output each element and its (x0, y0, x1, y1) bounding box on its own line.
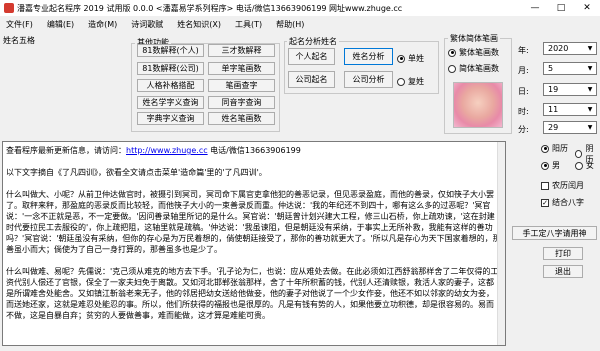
single-surname-radio[interactable]: 单姓 (397, 53, 424, 64)
chevron-down-icon: ▼ (584, 104, 596, 115)
name-strokes-button[interactable]: 姓名笔画数 (208, 112, 275, 125)
traditional-strokes-radio[interactable]: 繁体笔画数 (448, 47, 499, 58)
male-label: 男 (552, 161, 560, 170)
menu-file[interactable]: 文件(F) (6, 19, 33, 30)
day-select[interactable]: 19 ▼ (543, 83, 597, 96)
simplified-strokes-label: 简体笔画数 (459, 64, 499, 73)
chevron-down-icon: ▼ (584, 63, 596, 74)
numerology-81-company-button[interactable]: 81数解释(公司) (137, 62, 204, 75)
dictionary-lookup-button[interactable]: 字典字义查询 (137, 112, 204, 125)
contact-text: 电话/微信13663906199 (207, 146, 301, 155)
bazi-label: 结合八字 (552, 198, 584, 207)
hour-label: 时: (518, 107, 529, 116)
radio-dot (575, 161, 583, 170)
minimize-button[interactable]: — (522, 0, 548, 16)
chevron-down-icon: ▼ (584, 122, 596, 133)
name-meaning-lookup-button[interactable]: 姓名学字义查询 (137, 96, 204, 109)
lunar-leap-label: 农历闰月 (552, 181, 584, 190)
vertical-scrollbar[interactable] (497, 142, 505, 345)
hour-select[interactable]: 11 ▼ (543, 103, 597, 116)
menu-poetry[interactable]: 诗词歌赋 (131, 19, 163, 30)
chevron-down-icon: ▼ (584, 43, 596, 54)
exit-button[interactable]: 退出 (543, 265, 583, 278)
update-info-line: 查看程序最新更新信息，请访问：http://www.zhuge.cc 电话/微信… (6, 145, 501, 156)
homophone-lookup-button[interactable]: 同音字查询 (208, 96, 275, 109)
minute-value: 29 (548, 123, 559, 132)
day-label: 日: (518, 87, 529, 96)
stroke-lookup-button[interactable]: 笔画查字 (208, 79, 275, 92)
female-label: 女 (586, 161, 594, 170)
year-select[interactable]: 2020 ▼ (543, 42, 597, 55)
hour-value: 11 (548, 105, 559, 114)
minute-select[interactable]: 29 ▼ (543, 121, 597, 134)
numerology-81-personal-button[interactable]: 81数解释(个人) (137, 44, 204, 57)
month-value: 5 (548, 64, 554, 73)
traditional-strokes-label: 繁体笔画数 (459, 48, 499, 57)
strokes-label: 繁体简体笔画 (448, 33, 500, 44)
baby-photo (453, 82, 503, 128)
radio-dot (541, 161, 549, 170)
maximize-button[interactable]: □ (548, 0, 574, 16)
website-link[interactable]: http://www.zhuge.cc (126, 146, 208, 155)
radio-dot (397, 77, 405, 86)
year-label: 年: (518, 46, 529, 55)
radio-dot (541, 144, 549, 153)
double-surname-label: 复姓 (408, 77, 424, 86)
bazi-checkbox[interactable]: ✓ 结合八字 (541, 197, 584, 208)
radio-dot (575, 150, 583, 158)
three-talents-button[interactable]: 三才数解释 (208, 44, 275, 57)
menu-fate[interactable]: 造命(M) (88, 19, 117, 30)
company-analysis-button[interactable]: 公司分析 (344, 71, 393, 88)
app-icon (4, 3, 14, 13)
close-button[interactable]: ✕ (574, 0, 600, 16)
chevron-down-icon: ▼ (584, 84, 596, 95)
paragraph-2: 什么叫做难、易呢？先儒说：'克己须从难克的地方去下手。'孔子论为仁，也说：应从难… (6, 267, 499, 320)
double-surname-radio[interactable]: 复姓 (397, 76, 424, 87)
month-select[interactable]: 5 ▼ (543, 62, 597, 75)
menu-tools[interactable]: 工具(T) (235, 19, 262, 30)
radio-dot (448, 64, 456, 73)
personal-name-button[interactable]: 个人起名 (288, 48, 335, 65)
male-radio[interactable]: 男 (541, 160, 560, 171)
title-bar: 潘嘉专业起名程序 2019 试用版 0.0.0 <潘嘉易学系列程序> 电话/微信… (0, 0, 600, 16)
minute-label: 分: (518, 125, 529, 134)
intro-text: 以下文字摘自《了凡四训》，欲看全文请点击菜单'造命篇'里的'了凡四训'。 (6, 168, 267, 177)
name-analysis-label: 起名分析姓名 (287, 36, 339, 47)
name-analysis-button[interactable]: 姓名分析 (344, 48, 393, 65)
content-textarea[interactable]: 查看程序最新更新信息，请访问：http://www.zhuge.cc 电话/微信… (2, 141, 506, 346)
radio-dot (448, 48, 456, 57)
personality-pairing-button[interactable]: 人格补格搭配 (137, 79, 204, 92)
company-name-button[interactable]: 公司起名 (288, 71, 335, 88)
single-surname-label: 单姓 (408, 54, 424, 63)
window-controls: — □ ✕ (522, 0, 600, 16)
print-button[interactable]: 打印 (543, 247, 583, 260)
solar-label: 阳历 (552, 144, 568, 153)
menu-bar: 文件(F) 编辑(E) 造命(M) 诗词歌赋 姓名知识(X) 工具(T) 帮助(… (0, 16, 600, 32)
menu-edit[interactable]: 编辑(E) (47, 19, 74, 30)
manual-bazi-button[interactable]: 手工定八字请用神 (512, 226, 597, 240)
solar-calendar-radio[interactable]: 阳历 (541, 143, 568, 154)
menu-name-knowledge[interactable]: 姓名知识(X) (177, 19, 221, 30)
lunar-leap-checkbox[interactable]: 农历闰月 (541, 180, 584, 191)
paragraph-1: 什么叫做大、小呢？从前卫仲达做官时，被摄引到冥司，冥司命下属官吏拿他犯的善恶记录… (6, 190, 501, 254)
checkbox-box (541, 181, 549, 190)
menu-help[interactable]: 帮助(H) (276, 19, 304, 30)
month-label: 月: (518, 66, 529, 75)
update-info-text: 查看程序最新更新信息，请访问： (6, 146, 126, 155)
year-value: 2020 (548, 44, 569, 53)
check-icon: ✓ (541, 198, 549, 207)
radio-dot (397, 54, 405, 63)
day-value: 19 (548, 85, 559, 94)
simplified-strokes-radio[interactable]: 简体笔画数 (448, 63, 499, 74)
female-radio[interactable]: 女 (575, 160, 594, 171)
window-title: 潘嘉专业起名程序 2019 试用版 0.0.0 <潘嘉易学系列程序> 电话/微信… (17, 3, 403, 13)
five-grid-label: 姓名五格 (3, 36, 35, 45)
single-char-strokes-button[interactable]: 单字笔画数 (208, 62, 275, 75)
